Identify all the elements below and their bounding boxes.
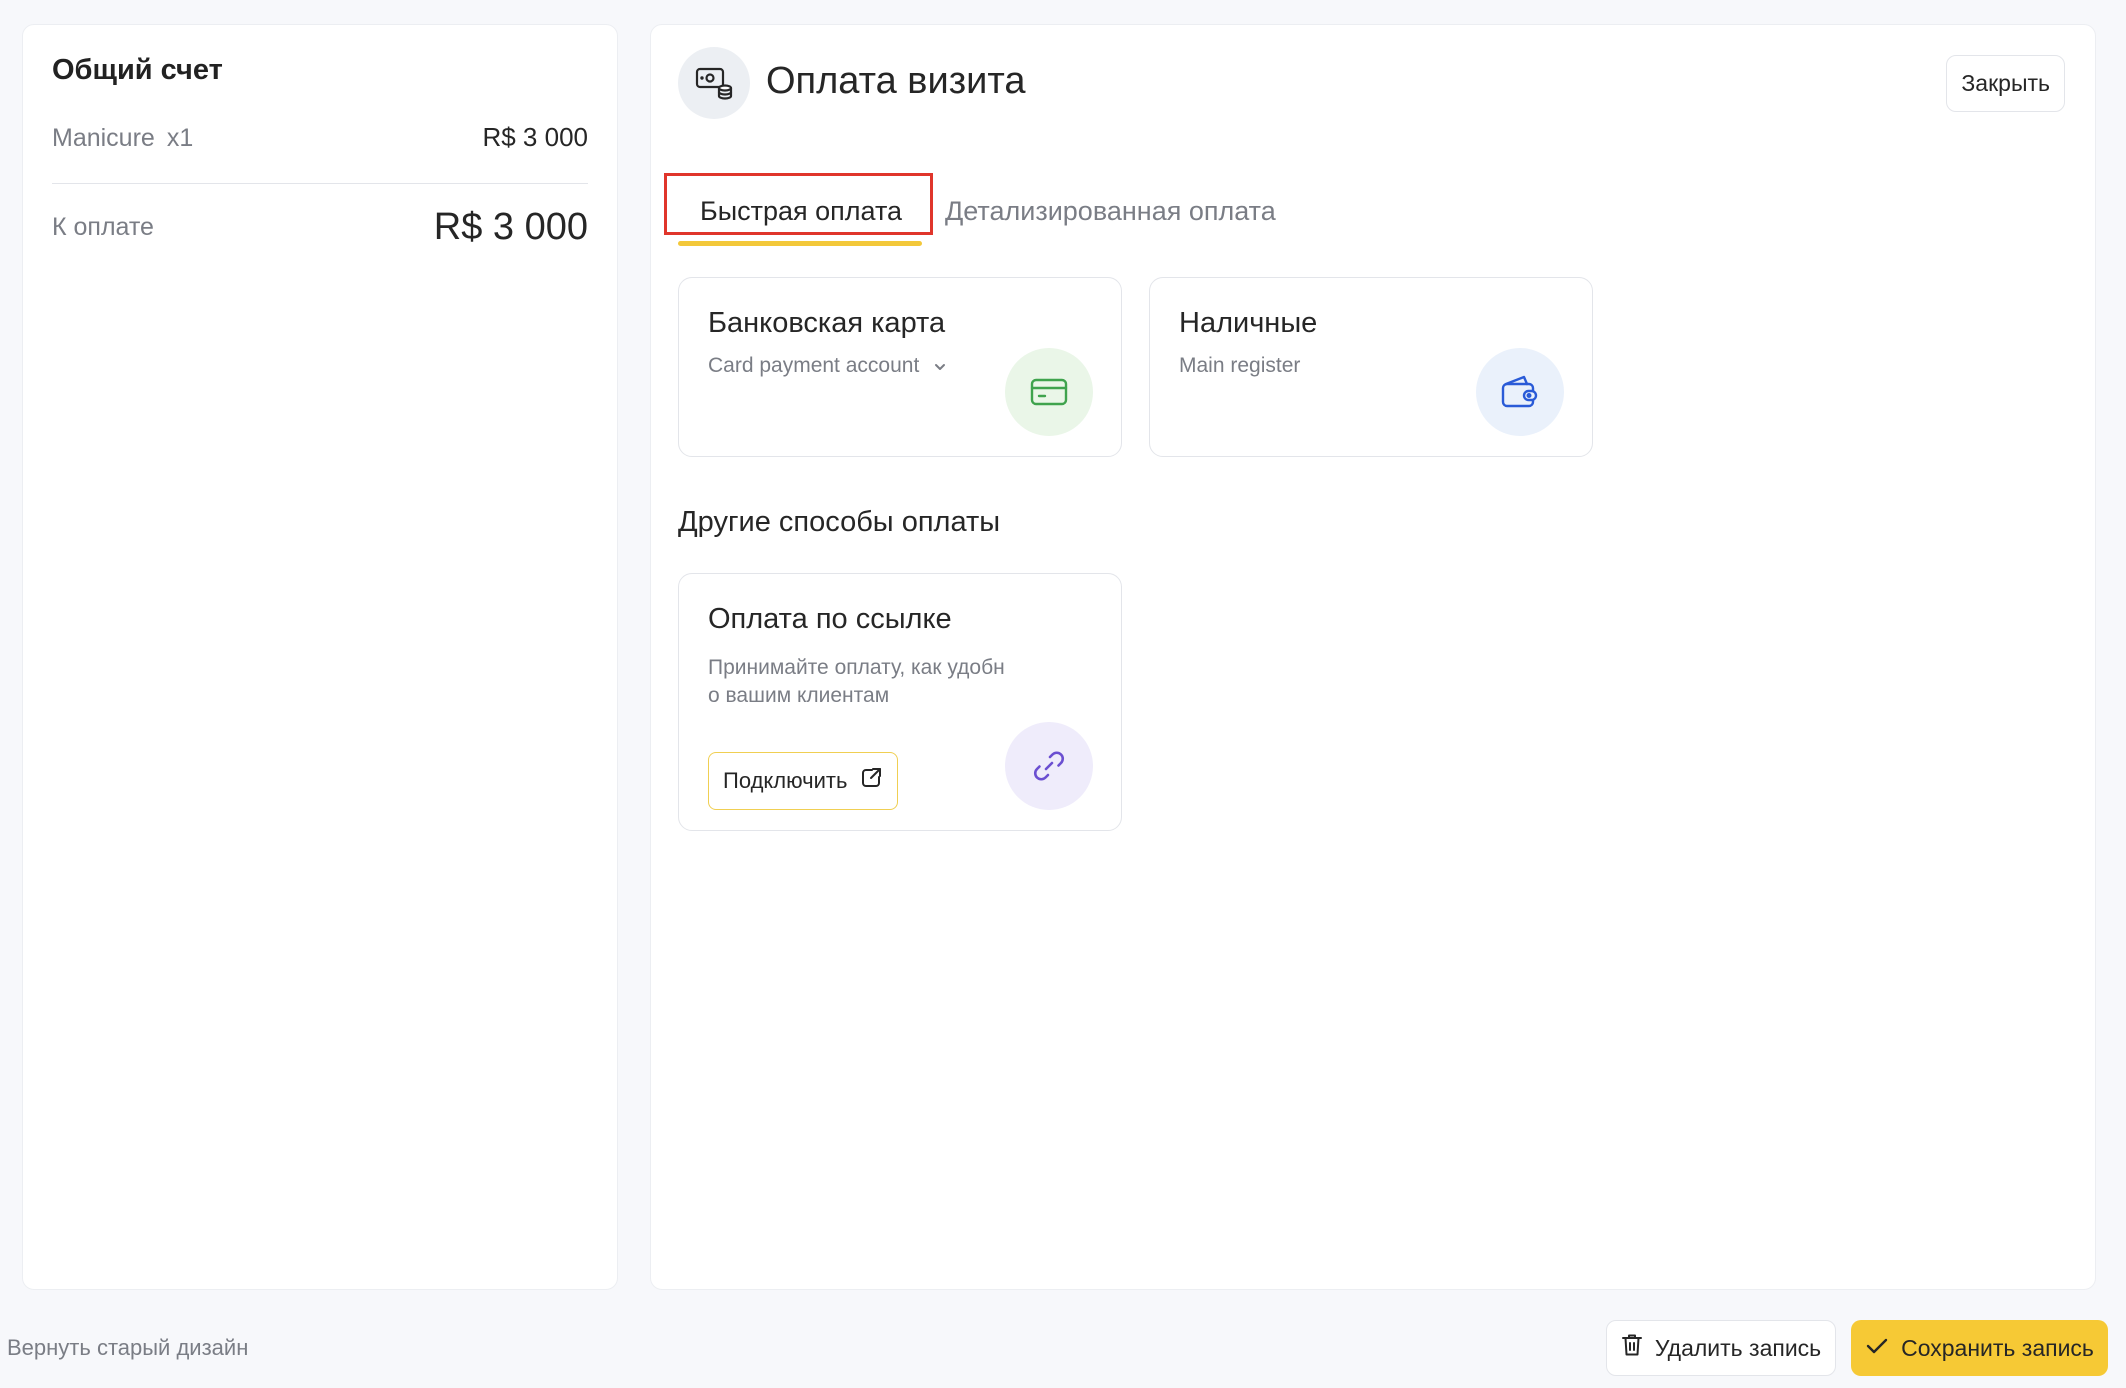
tab-quick-payment[interactable]: Быстрая оплата xyxy=(700,195,902,227)
wallet-icon xyxy=(1476,348,1564,436)
bill-total-row: К оплате R$ 3 000 xyxy=(52,206,588,249)
credit-card-icon xyxy=(1005,348,1093,436)
line-item-qty: x1 xyxy=(166,123,194,152)
total-value: R$ 3 000 xyxy=(433,205,588,248)
line-item-price: R$ 3 000 xyxy=(482,121,588,152)
bill-summary-title: Общий счет xyxy=(52,54,223,86)
payment-method-description: Принимайте оплату, как удобно вашим клие… xyxy=(708,656,1005,708)
payment-method-title: Наличные xyxy=(1179,307,1318,339)
delete-record-label: Удалить запись xyxy=(1654,1334,1822,1361)
bill-line-item: Manicure x1 R$ 3 000 xyxy=(52,122,588,153)
bill-summary-panel: Общий счет Manicure x1 R$ 3 000 К оплате … xyxy=(22,24,618,1290)
payment-method-link: Оплата по ссылке Принимайте оплату, как … xyxy=(678,573,1122,831)
payment-method-subtitle: Main register xyxy=(1179,354,1301,377)
revert-old-design-link[interactable]: Вернуть старый дизайн xyxy=(7,1335,248,1361)
account-select-value: Card payment account xyxy=(708,354,920,377)
trash-icon xyxy=(1621,1333,1643,1363)
payment-method-title: Банковская карта xyxy=(708,307,946,339)
payment-tabs: Быстрая оплата Детализированная оплата xyxy=(664,173,1378,273)
link-icon xyxy=(1005,722,1093,810)
payment-method-title: Оплата по ссылке xyxy=(708,603,952,635)
line-item-label: Manicure x1 xyxy=(52,124,193,153)
payment-panel: Оплата визита Закрыть Быстрая оплата Дет… xyxy=(650,24,2096,1290)
connect-button[interactable]: Подключить xyxy=(708,752,899,810)
save-record-button[interactable]: Сохранить запись xyxy=(1851,1320,2108,1376)
close-button[interactable]: Закрыть xyxy=(1946,55,2065,112)
payment-method-bank-card[interactable]: Банковская карта Card payment account xyxy=(678,277,1122,457)
total-label: К оплате xyxy=(52,212,154,241)
active-tab-indicator xyxy=(678,241,922,246)
chevron-down-icon xyxy=(933,353,947,378)
account-select[interactable]: Card payment account xyxy=(708,353,947,378)
payment-method-cash[interactable]: Наличные Main register xyxy=(1149,277,1593,457)
line-item-name: Manicure xyxy=(52,123,155,152)
check-icon xyxy=(1865,1335,1889,1362)
external-link-icon xyxy=(859,766,883,796)
other-methods-title: Другие способы оплаты xyxy=(678,506,1001,538)
summary-divider xyxy=(52,182,588,184)
page-title: Оплата визита xyxy=(766,60,1026,102)
save-record-label: Сохранить запись xyxy=(1901,1334,2094,1361)
tab-detailed-payment[interactable]: Детализированная оплата xyxy=(945,195,1276,227)
connect-button-label: Подключить xyxy=(723,768,848,793)
delete-record-button[interactable]: Удалить запись xyxy=(1606,1320,1836,1376)
cash-register-icon xyxy=(678,47,750,119)
